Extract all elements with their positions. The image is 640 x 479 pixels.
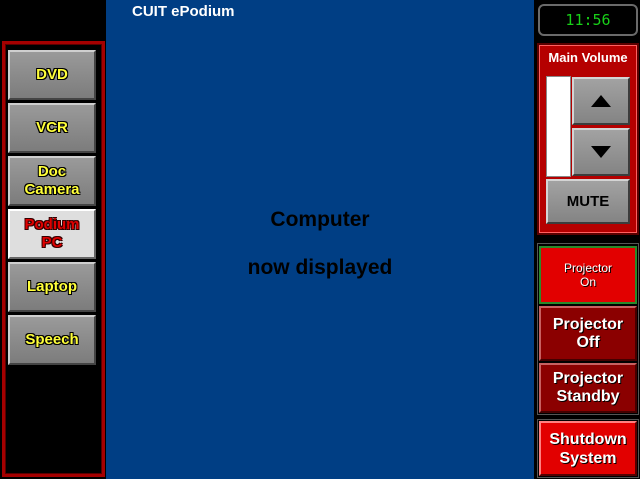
status-message-line2: now displayed: [247, 256, 393, 279]
volume-level-bar: [546, 76, 571, 177]
clock-display: 11:56: [565, 11, 611, 29]
projector-standby-button[interactable]: Projector Standby: [539, 363, 637, 413]
source-button-speech[interactable]: Speech: [8, 315, 96, 365]
projector-off-button[interactable]: Projector Off: [539, 306, 637, 361]
main-display-area: [106, 0, 534, 479]
source-button-podium-pc[interactable]: Podium PC: [8, 209, 96, 259]
projector-on-button[interactable]: Projector On: [539, 246, 637, 304]
volume-up-button[interactable]: [572, 77, 630, 125]
app-title: CUIT ePodium: [132, 3, 235, 20]
status-message-line1: Computer: [270, 208, 370, 231]
triangle-up-icon: [591, 95, 611, 107]
volume-down-button[interactable]: [572, 128, 630, 176]
mute-button[interactable]: MUTE: [546, 179, 630, 224]
source-button-laptop[interactable]: Laptop: [8, 262, 96, 312]
volume-label: Main Volume: [548, 50, 628, 65]
triangle-down-icon: [591, 146, 611, 158]
source-button-vcr[interactable]: VCR: [8, 103, 96, 153]
source-button-dvd[interactable]: DVD: [8, 50, 96, 100]
source-button-doc-camera[interactable]: Doc Camera: [8, 156, 96, 206]
shutdown-system-button[interactable]: Shutdown System: [539, 421, 637, 476]
